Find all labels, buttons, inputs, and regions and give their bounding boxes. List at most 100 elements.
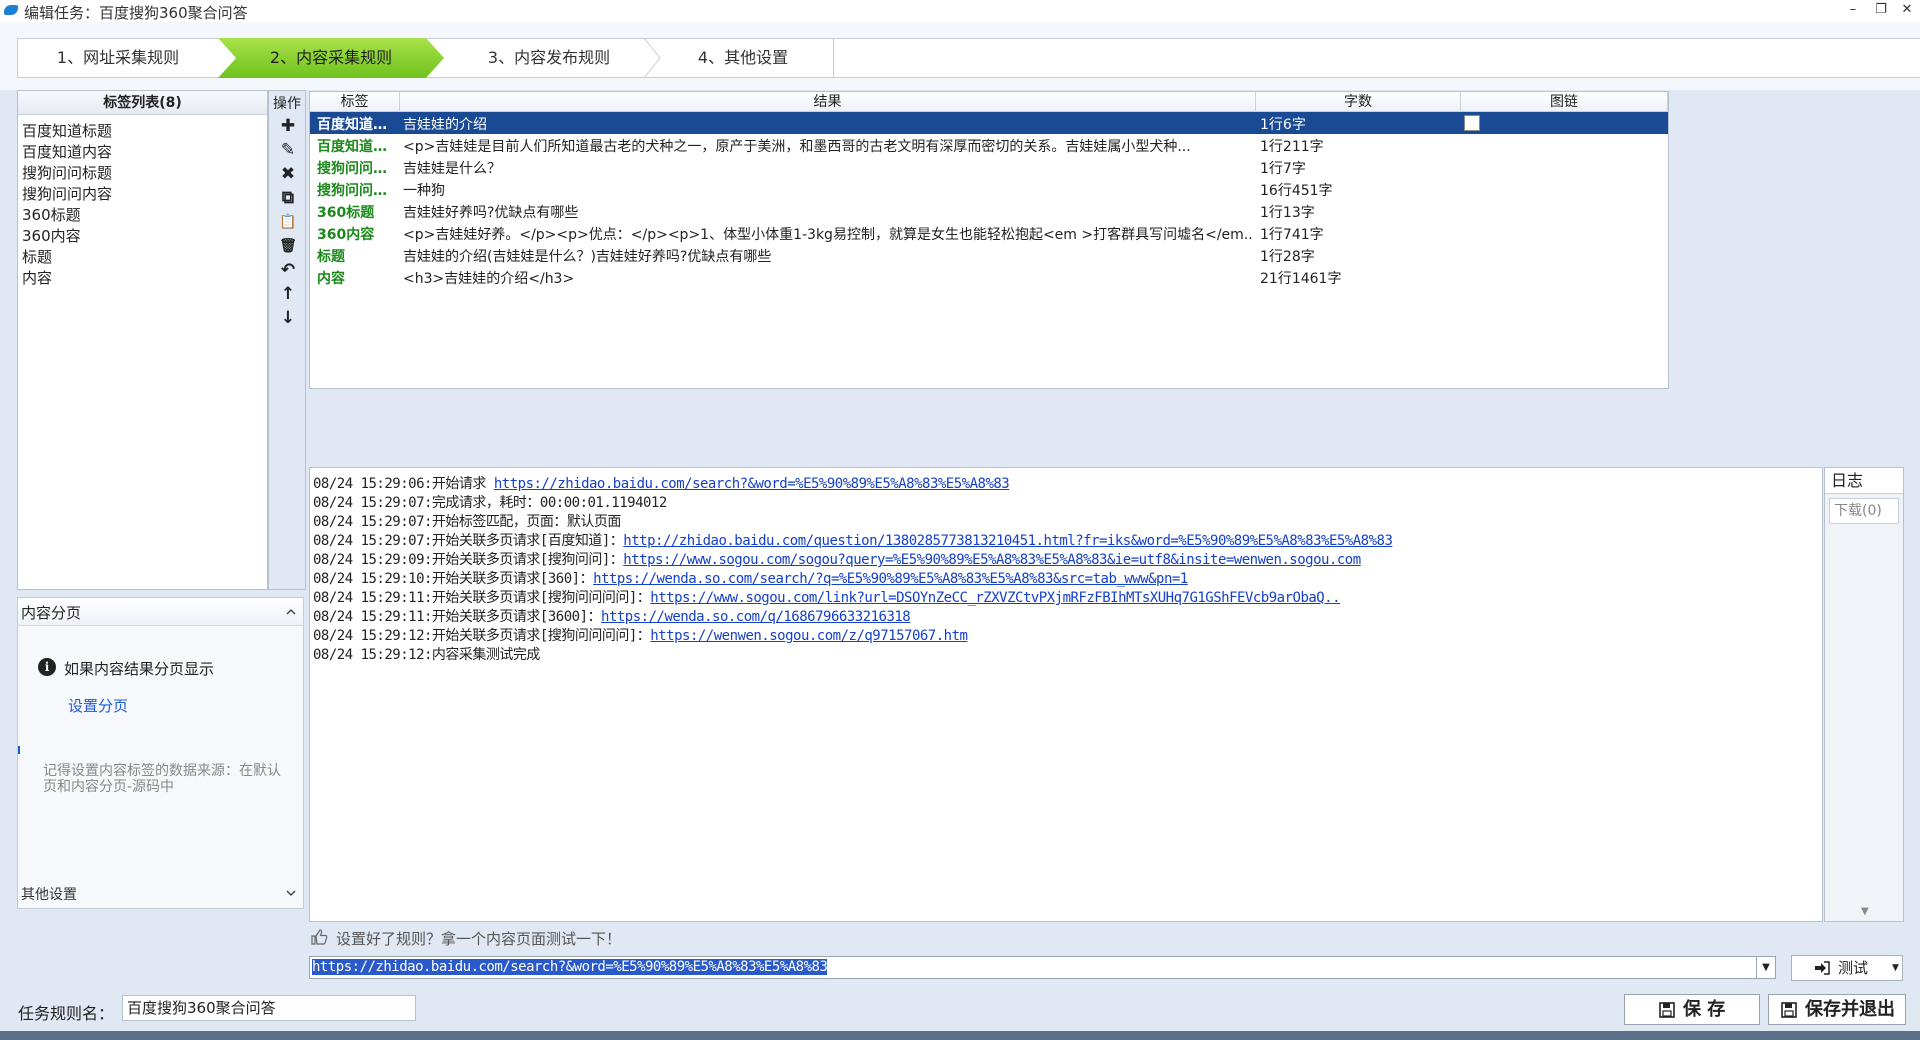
tag-item[interactable]: 百度知道标题 <box>22 120 112 141</box>
log-text: 08/24 15:29:11:开始关联多页请求[搜狗问问问问]： <box>313 590 651 606</box>
table-row[interactable]: 百度知道… 吉娃娃的介绍 1行6字 <box>310 112 1668 134</box>
tag-item[interactable]: 标题 <box>22 246 52 267</box>
log-link[interactable]: https://wenda.so.com/search/?q=%E5%90%89… <box>593 571 1188 587</box>
log-text: 08/24 15:29:11:开始关联多页请求[3600]： <box>313 609 602 625</box>
step-content-rules[interactable]: 2、内容采集规则 <box>218 38 444 78</box>
log-link[interactable]: https://wenda.so.com/q/1686796633216318 <box>601 609 911 625</box>
log-text: 08/24 15:29:09:开始关联多页请求[搜狗问问]： <box>313 552 624 568</box>
cell-result: 吉娃娃好养吗?优缺点有哪些 <box>403 205 579 221</box>
cell-result: 吉娃娃是什么？ <box>403 161 501 177</box>
cell-tag: 百度知道… <box>317 139 387 155</box>
log-link[interactable]: http://zhidao.baidu.com/question/1380285… <box>623 533 1393 549</box>
collapse-up-icon[interactable] <box>286 607 296 617</box>
test-button[interactable]: 测试 ▼ <box>1791 955 1903 981</box>
app-icon <box>4 5 18 15</box>
step-other-settings[interactable]: 4、其他设置 <box>654 38 832 78</box>
tag-item[interactable]: 搜狗问问标题 <box>22 162 112 183</box>
scroll-down-icon[interactable]: ▼ <box>1861 906 1869 917</box>
cell-tag: 搜狗问问… <box>317 183 387 199</box>
move-up-icon[interactable]: ↑ <box>277 283 299 305</box>
result-grid: 标签 结果 字数 图链 百度知道… 吉娃娃的介绍 1行6字 百度知道… <p>吉… <box>309 91 1669 389</box>
col-header-image-link[interactable]: 图链 <box>1461 92 1668 112</box>
tag-item[interactable]: 360标题 <box>22 204 81 225</box>
move-down-icon[interactable]: ↓ <box>277 307 299 329</box>
set-paging-link[interactable]: 设置分页 <box>68 695 128 716</box>
save-icon <box>1781 1002 1797 1018</box>
log-line: 08/24 15:29:12:内容采集测试完成 <box>313 644 540 664</box>
tag-item[interactable]: 内容 <box>22 267 52 288</box>
test-url-text: https://zhidao.baidu.com/search?&word=%E… <box>312 959 828 975</box>
save-and-exit-button[interactable]: 保存并退出 <box>1768 994 1906 1025</box>
focus-marker <box>18 746 20 754</box>
log-line: 08/24 15:29:11:开始关联多页请求[3600]：https://we… <box>313 606 911 626</box>
step-url-rules[interactable]: 1、网址采集规则 <box>18 38 218 78</box>
cell-count: 1行211字 <box>1260 139 1324 155</box>
window-title: 编辑任务：百度搜狗360聚合问答 <box>24 4 248 22</box>
cell-result: 吉娃娃的介绍 <box>403 117 487 133</box>
table-row[interactable]: 搜狗问问… 一种狗 16行451字 <box>310 178 1668 200</box>
other-settings-label[interactable]: 其他设置 <box>21 884 77 904</box>
log-text: 08/24 15:29:07:完成请求，耗时：00:00:01.1194012 <box>313 495 667 511</box>
save-button[interactable]: 保 存 <box>1624 994 1760 1025</box>
download-button[interactable]: 下载(0) <box>1829 498 1899 524</box>
log-link[interactable]: https://wenwen.sogou.com/z/q97157067.htm <box>650 628 968 644</box>
col-header-tag[interactable]: 标签 <box>310 92 400 112</box>
log-link[interactable]: https://www.sogou.com/link?url=DSOYnZeCC… <box>650 590 1340 606</box>
cell-tag: 搜狗问问… <box>317 161 387 177</box>
cell-count: 21行1461字 <box>1260 271 1342 287</box>
copy-icon[interactable]: ⧉ <box>277 187 299 209</box>
col-header-count[interactable]: 字数 <box>1256 92 1461 112</box>
wizard-filler <box>834 38 1920 78</box>
test-url-input[interactable]: https://zhidao.baidu.com/search?&word=%E… <box>309 956 1757 979</box>
table-row[interactable]: 搜狗问问… 吉娃娃是什么？ 1行7字 <box>310 156 1668 178</box>
image-link-checkbox[interactable] <box>1464 115 1480 131</box>
table-row[interactable]: 百度知道… <p>吉娃娃是目前人们所知道最古老的犬种之一，原产于美洲，和墨西哥的… <box>310 134 1668 156</box>
log-text: 08/24 15:29:12:内容采集测试完成 <box>313 647 540 663</box>
expand-down-icon[interactable] <box>286 888 296 898</box>
minimize-button[interactable]: – <box>1842 1 1864 19</box>
title-bar: 编辑任务：百度搜狗360聚合问答 – ❐ ✕ <box>0 0 1920 22</box>
paging-title: 内容分页 <box>21 604 82 622</box>
log-link[interactable]: https://www.sogou.com/sogou?query=%E5%90… <box>623 552 1361 568</box>
table-row[interactable]: 360标题 吉娃娃好养吗?优缺点有哪些 1行13字 <box>310 200 1668 222</box>
edit-icon[interactable]: ✎ <box>277 139 299 161</box>
col-header-result[interactable]: 结果 <box>400 92 1256 112</box>
info-icon: i <box>38 658 56 676</box>
task-name-input[interactable]: 百度搜狗360聚合问答 <box>122 995 416 1021</box>
login-arrow-icon <box>1815 961 1830 975</box>
undo-icon[interactable]: ↶ <box>277 259 299 281</box>
table-row[interactable]: 标题 吉娃娃的介绍(吉娃娃是什么？)吉娃娃好养吗?优缺点有哪些 1行28字 <box>310 244 1668 266</box>
cell-result: <p>吉娃娃好养。</p><p>优点：</p><p>1、体型小体重1-3kg易控… <box>403 227 1253 243</box>
close-button[interactable]: ✕ <box>1896 1 1918 19</box>
table-row[interactable]: 360内容 <p>吉娃娃好养。</p><p>优点：</p><p>1、体型小体重1… <box>310 222 1668 244</box>
trash-icon[interactable]: 🗑 <box>277 235 299 257</box>
table-row[interactable]: 内容 <h3>吉娃娃的介绍</h3> 21行1461字 <box>310 266 1668 288</box>
content-paging-panel: 内容分页 i 如果内容结果分页显示 设置分页 记得设置内容标签的数据来源：在默认… <box>17 597 304 909</box>
tag-item[interactable]: 搜狗问问内容 <box>22 183 112 204</box>
paging-header[interactable]: 内容分页 <box>18 598 303 626</box>
cell-tag: 360内容 <box>317 227 375 243</box>
log-text: 08/24 15:29:10:开始关联多页请求[360]： <box>313 571 594 587</box>
tag-list-header: 标签列表(8) <box>18 91 267 115</box>
save-and-exit-label: 保存并退出 <box>1805 999 1895 1020</box>
add-icon[interactable]: ✚ <box>277 115 299 137</box>
paste-icon[interactable]: 📋 <box>277 211 299 233</box>
chevron-down-icon[interactable]: ▼ <box>1892 956 1899 980</box>
log-line: 08/24 15:29:12:开始关联多页请求[搜狗问问问问]：https://… <box>313 625 968 645</box>
restore-button[interactable]: ❐ <box>1870 1 1892 19</box>
log-link[interactable]: https://zhidao.baidu.com/search?&word=%E… <box>494 476 1010 492</box>
tag-item[interactable]: 百度知道内容 <box>22 141 112 162</box>
cell-result: <h3>吉娃娃的介绍</h3> <box>403 271 575 287</box>
url-dropdown-icon[interactable]: ▼ <box>1756 956 1776 979</box>
step-publish-rules[interactable]: 3、内容发布规则 <box>444 38 654 78</box>
tab-log[interactable]: 日志 <box>1825 468 1903 494</box>
cell-count: 1行28字 <box>1260 249 1315 265</box>
thumbs-up-icon <box>311 929 328 945</box>
cell-tag: 360标题 <box>317 205 375 221</box>
tag-item[interactable]: 360内容 <box>22 225 81 246</box>
log-line: 08/24 15:29:06:开始请求 https://zhidao.baidu… <box>313 473 1010 493</box>
cell-count: 1行13字 <box>1260 205 1315 221</box>
delete-icon[interactable]: ✖ <box>277 163 299 185</box>
ops-toolbar: 操作 ✚ ✎ ✖ ⧉ 📋 🗑 ↶ ↑ ↓ <box>268 90 306 590</box>
log-line: 08/24 15:29:09:开始关联多页请求[搜狗问问]：https://ww… <box>313 549 1361 569</box>
